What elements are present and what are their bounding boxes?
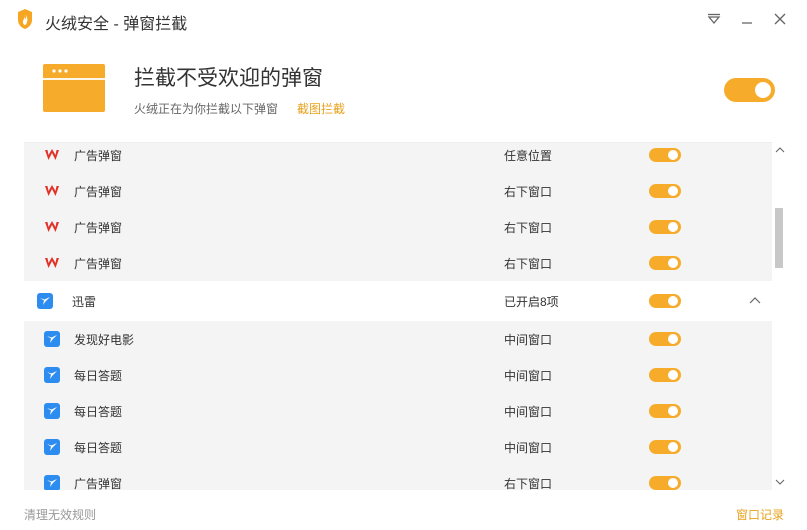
xunlei-icon <box>44 367 60 383</box>
title-bar: 火绒安全 - 弹窗拦截 <box>0 0 807 38</box>
header: 拦截不受欢迎的弹窗 火绒正在为你拦截以下弹窗 截图拦截 <box>0 38 807 142</box>
page-subtitle: 火绒正在为你拦截以下弹窗 <box>134 102 279 116</box>
screenshot-block-link[interactable]: 截图拦截 <box>297 100 345 117</box>
rule-position: 中间窗口 <box>504 368 553 383</box>
rule-position: 中间窗口 <box>504 440 553 455</box>
list-item: 广告弹窗 右下窗口 <box>24 209 772 245</box>
rule-position: 右下窗口 <box>504 256 553 271</box>
rule-position: 中间窗口 <box>504 332 553 347</box>
toggle-knob <box>668 478 678 488</box>
rule-name: 每日答题 <box>74 368 123 383</box>
window-title: 火绒安全 - 弹窗拦截 <box>45 16 188 33</box>
list-item: 广告弹窗 右下窗口 <box>24 465 772 490</box>
scroll-up-icon[interactable] <box>775 146 785 154</box>
list-scrollbar[interactable] <box>774 142 786 490</box>
rule-name: 每日答题 <box>74 440 123 455</box>
rule-position: 右下窗口 <box>504 184 553 199</box>
rule-name: 发现好电影 <box>74 332 135 347</box>
wps-icon <box>45 185 59 196</box>
master-toggle[interactable] <box>724 78 775 102</box>
list-item: 每日答题 中间窗口 <box>24 393 772 429</box>
xunlei-icon <box>37 293 53 309</box>
rule-name: 广告弹窗 <box>74 148 123 163</box>
rule-position: 右下窗口 <box>504 476 553 491</box>
rule-toggle[interactable] <box>649 404 681 418</box>
xunlei-icon <box>44 475 60 490</box>
rule-toggle[interactable] <box>649 332 681 346</box>
group-name: 迅雷 <box>72 294 97 309</box>
rule-toggle[interactable] <box>649 368 681 382</box>
rule-name: 广告弹窗 <box>74 184 123 199</box>
group-status: 已开启8项 <box>504 294 559 309</box>
list-item: 广告弹窗 任意位置 <box>24 143 772 173</box>
list-item: 每日答题 中间窗口 <box>24 357 772 393</box>
wps-icon <box>45 221 59 232</box>
minimize-button[interactable] <box>734 6 760 32</box>
list-item: 每日答题 中间窗口 <box>24 429 772 465</box>
toggle-knob <box>668 370 678 380</box>
popup-window-icon <box>43 64 105 112</box>
toggle-knob <box>755 82 771 98</box>
xunlei-icon <box>44 331 60 347</box>
list-item: 广告弹窗 右下窗口 <box>24 173 772 209</box>
rule-name: 广告弹窗 <box>74 220 123 235</box>
chevron-up-icon[interactable] <box>748 294 762 308</box>
group-toggle[interactable] <box>649 294 681 308</box>
huorong-flame-icon <box>18 9 32 29</box>
rule-toggle[interactable] <box>649 256 681 270</box>
rule-position: 右下窗口 <box>504 220 553 235</box>
toggle-knob <box>668 186 678 196</box>
window-log-link[interactable]: 窗口记录 <box>736 506 784 523</box>
xunlei-icon <box>44 403 60 419</box>
toggle-knob <box>668 150 678 160</box>
scroll-down-icon[interactable] <box>775 478 785 486</box>
toggle-knob <box>668 296 678 306</box>
popup-rule-list: 广告弹窗 任意位置 广告弹窗 右下窗口 广告弹窗 右下窗口 广告弹窗 右下窗口 … <box>24 142 772 490</box>
wps-icon <box>45 149 59 160</box>
toggle-knob <box>668 334 678 344</box>
rule-name: 广告弹窗 <box>74 476 123 491</box>
close-button[interactable] <box>767 6 793 32</box>
rule-name: 每日答题 <box>74 404 123 419</box>
list-item: 发现好电影 中间窗口 <box>24 321 772 357</box>
toggle-knob <box>668 258 678 268</box>
menu-button[interactable] <box>701 6 727 32</box>
rule-position: 中间窗口 <box>504 404 553 419</box>
close-icon <box>774 13 786 25</box>
rule-toggle[interactable] <box>649 476 681 490</box>
rule-toggle[interactable] <box>649 148 681 162</box>
xunlei-icon <box>44 439 60 455</box>
group-row-xunlei[interactable]: 迅雷 已开启8项 <box>24 281 772 321</box>
rule-toggle[interactable] <box>649 440 681 454</box>
rule-name: 广告弹窗 <box>74 256 123 271</box>
clean-invalid-rules-link[interactable]: 清理无效规则 <box>24 506 96 523</box>
wps-icon <box>45 257 59 268</box>
scrollbar-thumb[interactable] <box>775 208 783 268</box>
toggle-knob <box>668 442 678 452</box>
rule-toggle[interactable] <box>649 184 681 198</box>
menu-triangle-icon <box>707 13 721 25</box>
toggle-knob <box>668 222 678 232</box>
minimize-icon <box>742 22 752 24</box>
rule-toggle[interactable] <box>649 220 681 234</box>
list-item: 广告弹窗 右下窗口 <box>24 245 772 281</box>
page-title: 拦截不受欢迎的弹窗 <box>134 67 323 90</box>
rule-position: 任意位置 <box>504 148 553 163</box>
toggle-knob <box>668 406 678 416</box>
